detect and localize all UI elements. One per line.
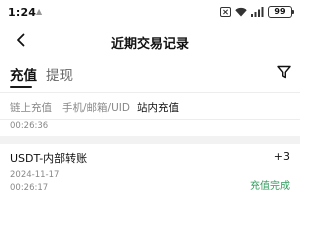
status-time: 1:24 <box>8 6 37 19</box>
tab-withdraw[interactable]: 提现 <box>46 64 73 84</box>
filter-button[interactable] <box>276 64 292 80</box>
wifi-icon <box>235 7 247 17</box>
navigation-bar: 近期交易记录 <box>0 26 300 54</box>
record-time: 00:26:17 <box>10 183 49 193</box>
subtab-onchain-deposit[interactable]: 链上充值 <box>10 100 52 115</box>
status-bar: 1:24 ▲ 99 <box>0 0 300 26</box>
filter-icon <box>277 65 291 79</box>
record-amount: +3 <box>273 150 290 163</box>
transaction-record[interactable]: USDT-内部转账 +3 2024-11-17 充值完成 00:26:17 <box>0 144 300 200</box>
battery-icon: 99 <box>268 6 294 18</box>
notification-icon: ▲ <box>36 7 43 16</box>
subtab-phone-email-uid[interactable]: 手机/邮箱/UID <box>62 100 130 115</box>
record-date: 2024-11-17 <box>10 170 60 180</box>
active-tab-indicator <box>10 86 32 88</box>
subtab-bar: 链上充值 手机/邮箱/UID 站内充值 <box>0 92 300 120</box>
subtab-internal-deposit[interactable]: 站内充值 <box>137 100 179 115</box>
status-badge: 充值完成 <box>250 181 290 192</box>
page-title: 近期交易记录 <box>110 37 189 52</box>
record-title: USDT-内部转账 <box>10 152 88 165</box>
signal-icon <box>251 7 264 17</box>
row-divider <box>0 136 300 144</box>
tab-deposit[interactable]: 充值 <box>10 64 37 84</box>
tab-bar: 充值 提现 <box>0 56 300 92</box>
status-indicators: 99 <box>220 6 294 18</box>
previous-record-time: 00:26:36 <box>10 121 49 131</box>
no-sim-icon <box>220 7 231 17</box>
